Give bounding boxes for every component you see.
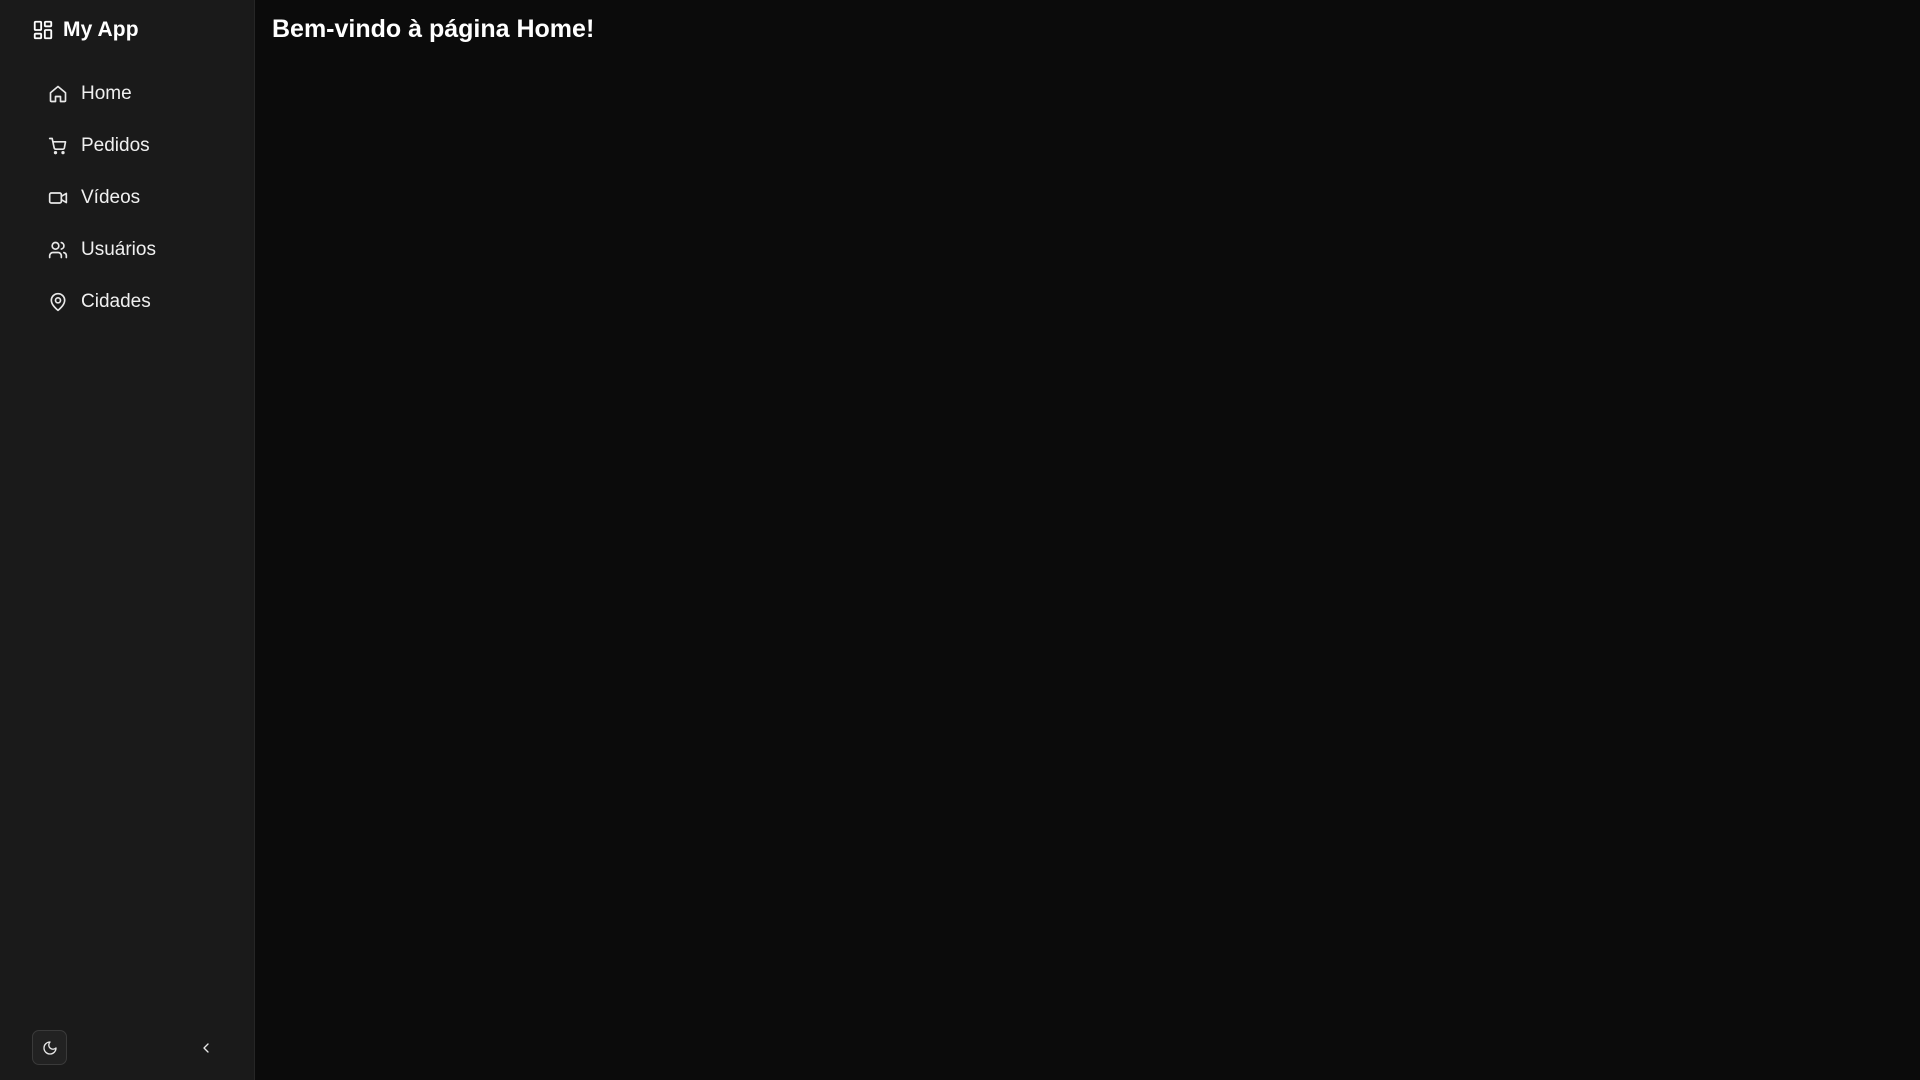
sidebar-footer	[32, 1030, 222, 1066]
brand[interactable]: My App	[32, 16, 139, 44]
sidebar-item-videos[interactable]: Vídeos	[36, 172, 236, 224]
app-title: My App	[63, 18, 139, 41]
chevron-left-icon	[198, 1040, 214, 1056]
sidebar: My App Home Pedidos Vídeos Usuários Cida…	[0, 0, 255, 1080]
sidebar-item-label: Usuários	[81, 239, 156, 260]
home-icon	[48, 84, 68, 104]
sidebar-nav: Home Pedidos Vídeos Usuários Cidades	[36, 68, 236, 328]
app-root: My App Home Pedidos Vídeos Usuários Cida…	[0, 0, 1920, 1080]
sidebar-item-label: Pedidos	[81, 135, 150, 156]
moon-icon	[42, 1040, 58, 1056]
users-icon	[48, 240, 68, 260]
sidebar-item-home[interactable]: Home	[36, 68, 236, 120]
collapse-sidebar-button[interactable]	[192, 1034, 220, 1062]
main-content: Bem-vindo à página Home!	[255, 0, 1920, 1080]
sidebar-item-cidades[interactable]: Cidades	[36, 276, 236, 328]
sidebar-item-label: Home	[81, 83, 132, 104]
map-pin-icon	[48, 292, 68, 312]
shopping-cart-icon	[48, 136, 68, 156]
video-camera-icon	[48, 188, 68, 208]
sidebar-item-label: Cidades	[81, 291, 151, 312]
dashboard-grid-icon	[32, 19, 54, 41]
sidebar-item-usuarios[interactable]: Usuários	[36, 224, 236, 276]
sidebar-item-pedidos[interactable]: Pedidos	[36, 120, 236, 172]
sidebar-item-label: Vídeos	[81, 187, 141, 208]
page-title: Bem-vindo à página Home!	[272, 15, 595, 43]
theme-toggle-button[interactable]	[32, 1030, 67, 1065]
